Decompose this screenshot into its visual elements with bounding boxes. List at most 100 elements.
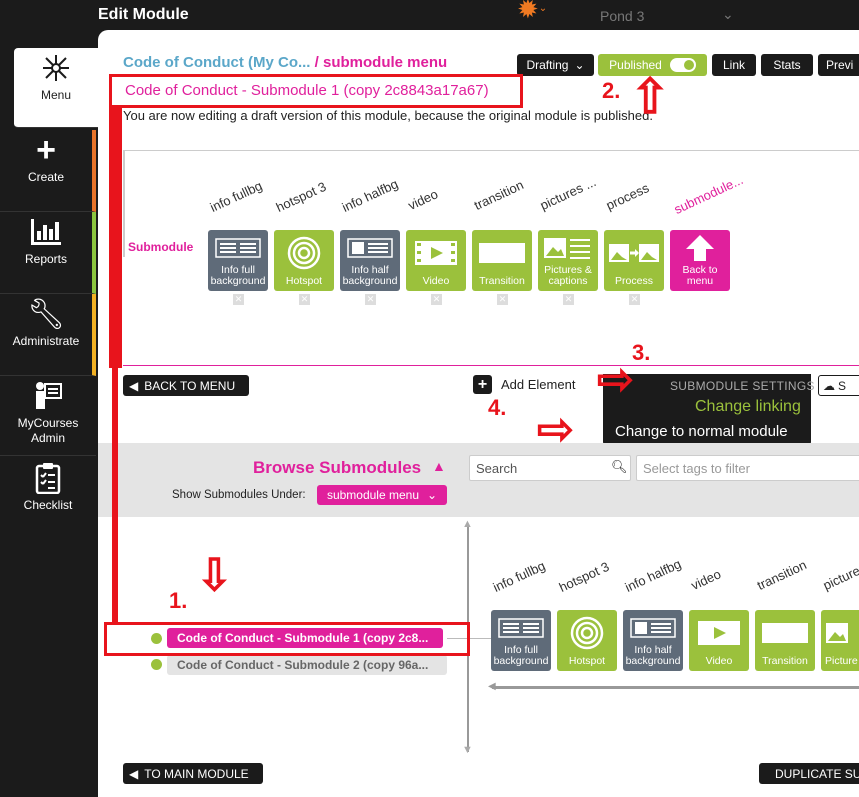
target-icon [274,230,334,276]
tile-label: Info half background [342,264,398,287]
add-element-button[interactable]: + Add Element [473,375,575,394]
annotation-arrow-right: ⇨ [597,355,634,404]
element-tile-transition[interactable]: Transition [472,230,532,291]
preview-button[interactable]: Previ [818,54,859,76]
text-block-icon [208,230,268,265]
bar-chart-icon [0,212,92,252]
canvas-border [123,150,859,151]
stats-button[interactable]: Stats [761,54,813,76]
preview-tile-video: Video [689,610,749,671]
video-icon [406,230,466,276]
back-to-menu-label: BACK TO MENU [144,378,236,393]
process-icon [604,230,664,276]
tile-label: Info full background [493,644,549,667]
plus-icon: + [36,130,56,169]
submodule-settings-heading[interactable]: SUBMODULE SETTINGS [670,379,815,393]
annotation-arrow-up: ⇧ [630,71,671,124]
plus-icon: + [473,375,492,394]
sidebar-item-label: Reports [24,252,68,266]
delete-icon[interactable]: ✕ [629,294,640,305]
element-tile-pictures[interactable]: Pictures & captions [538,230,598,291]
annotation-box-submodule [104,622,470,656]
drafting-label: Drafting [526,58,569,72]
tile-label: Back to menu [682,264,718,287]
change-to-normal-option[interactable]: Change to normal module [615,423,788,440]
org-selector[interactable]: Pond 3 [600,8,644,24]
delete-icon[interactable]: ✕ [563,294,574,305]
delete-icon[interactable]: ✕ [365,294,376,305]
annotation-step-1: 1. [169,588,188,613]
drafting-dropdown[interactable]: Drafting ⌄ [517,54,594,76]
preview-tile-info-full: Info full background [491,610,551,671]
annotation-step-2: 2. [602,78,621,103]
published-label: Published [609,58,662,72]
annotation-arrow-down: ⇩ [196,551,233,600]
transition-icon [755,610,815,656]
canvas-divider [123,365,859,366]
to-main-module-button[interactable]: ◀ TO MAIN MODULE [123,763,263,784]
show-under-select[interactable]: submodule menu ⌄ [317,485,447,505]
change-linking-option[interactable]: Change linking [695,398,801,416]
sidebar-item-reports[interactable]: Reports [0,212,96,294]
delete-icon[interactable]: ✕ [431,294,442,305]
gear-icon[interactable]: ✹⌄ [517,0,551,22]
show-under-label: Show Submodules Under: [172,489,306,501]
duplicate-submodule-button[interactable]: DUPLICATE SU [759,763,859,784]
arrow-up-icon[interactable]: ▲ [462,518,473,530]
tags-filter-input[interactable]: Select tags to filter [636,455,859,481]
status-dot [151,659,162,670]
breadcrumb-separator: / [310,54,323,71]
save-button[interactable]: ☁ S [818,375,859,396]
breadcrumb-menu[interactable]: submodule menu [323,54,447,71]
submodule-list-item[interactable]: Code of Conduct - Submodule 2 (copy 96a.… [167,655,447,675]
sidebar-item-menu[interactable]: Menu [14,48,98,128]
link-button[interactable]: Link [712,54,756,76]
search-input[interactable]: Search [469,455,631,481]
sidebar-item-checklist[interactable]: Checklist [0,458,96,540]
preview-tile-transition: Transition [755,610,815,671]
pictures-icon [538,230,598,265]
delete-icon[interactable]: ✕ [299,294,310,305]
tile-label: Hotspot [568,655,606,667]
canvas-border [123,150,125,257]
browse-submodules-title[interactable]: Browse Submodules [253,458,421,478]
back-to-menu-button[interactable]: ◀ BACK TO MENU [123,375,249,396]
caret-up-icon[interactable]: ▲ [432,458,446,474]
preview-tile-pictures: Picture caption [821,610,859,671]
arrow-left-icon[interactable]: ◀ [488,681,496,692]
show-under-value: submodule menu [326,488,419,502]
tile-label: Info half background [625,644,681,667]
tile-label: Transition [762,655,808,667]
element-tile-info-full[interactable]: Info full background [208,230,268,291]
element-tile-hotspot[interactable]: Hotspot [274,230,334,291]
element-tile-info-half[interactable]: Info half background [340,230,400,291]
tile-label: Process [615,275,653,287]
annotation-step-4: 4. [488,395,507,420]
delete-icon[interactable]: ✕ [233,294,244,305]
sidebar-item-administrate[interactable]: 🔧︎ Administrate [0,294,96,376]
annotation-box-module-name [109,74,523,108]
draft-note: You are now editing a draft version of t… [123,108,653,123]
tile-label: Transition [479,275,525,287]
sidebar-item-label: Administrate [12,334,80,348]
breadcrumb-course[interactable]: Code of Conduct (My Co... [123,54,310,71]
sidebar-item-create[interactable]: + Create [0,130,96,212]
search-icon[interactable]: 🔍︎ [611,459,628,475]
preview-tile-info-half: Info half background [623,610,683,671]
add-element-label: Add Element [501,377,576,392]
scrollbar-horizontal[interactable] [492,686,859,689]
arrow-down-icon[interactable]: ▼ [462,744,473,756]
element-tile-process[interactable]: Process [604,230,664,291]
tile-label: Video [422,275,450,287]
toggle-switch[interactable] [669,58,696,72]
annotation-step-3: 3. [632,340,651,365]
delete-icon[interactable]: ✕ [497,294,508,305]
element-tile-back-to-menu[interactable]: Back to menu [670,230,730,291]
sidebar-item-label: MyCourses Admin [17,416,79,445]
chevron-down-icon[interactable]: ⌄ [722,6,734,23]
cloud-upload-icon: ☁ [823,378,835,393]
sidebar-item-mycourses-admin[interactable]: MyCourses Admin [0,376,96,456]
sidebar-item-label: Checklist [23,498,73,512]
element-tile-video[interactable]: Video [406,230,466,291]
sidebar-item-label: Menu [40,88,72,102]
